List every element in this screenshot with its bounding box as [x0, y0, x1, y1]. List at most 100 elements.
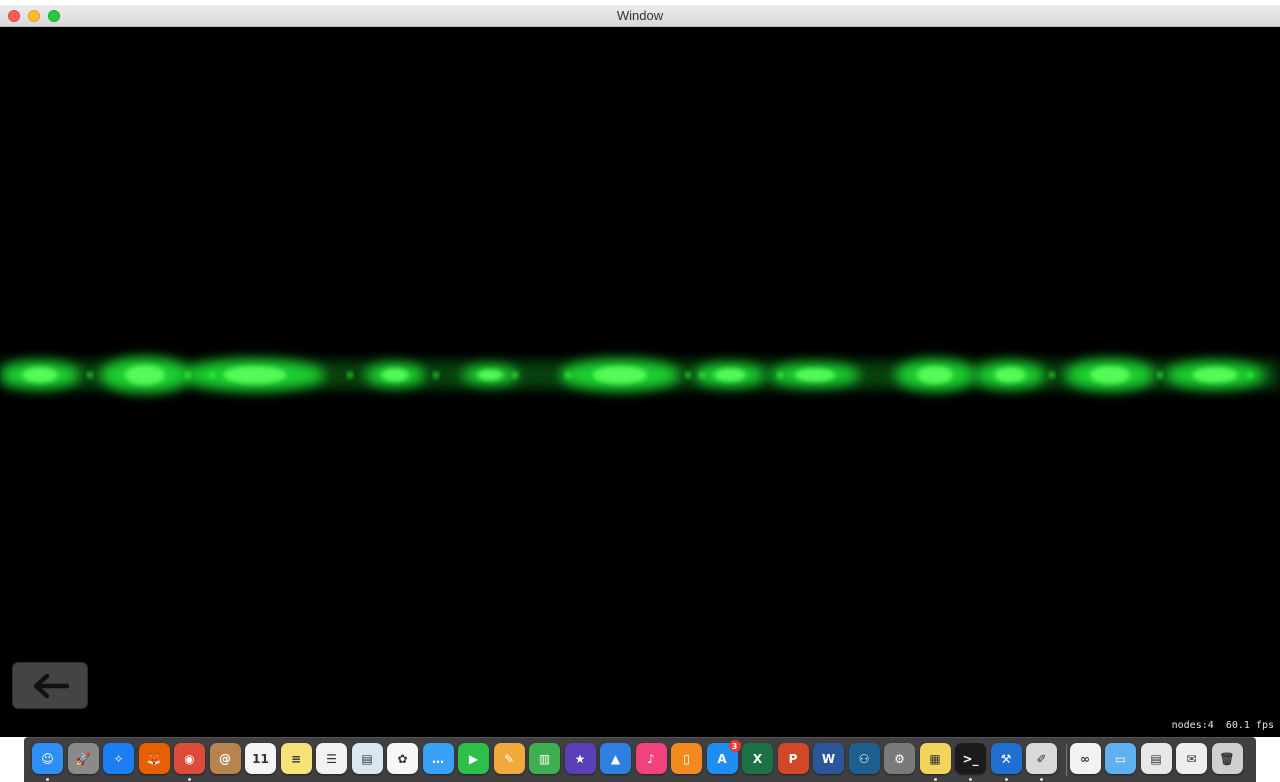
instruments-icon: ✐	[1036, 751, 1047, 766]
beam-particle	[685, 372, 691, 378]
dock-item-folder[interactable]: ▭	[1105, 743, 1136, 774]
running-indicator	[933, 778, 937, 781]
beam-particle	[185, 372, 191, 378]
chrome-icon: ◉	[184, 751, 195, 766]
ibooks-icon: ▯	[683, 751, 690, 766]
beam-core	[593, 366, 647, 384]
back-button[interactable]	[12, 662, 88, 709]
beam-core	[1192, 367, 1238, 383]
dock-item-network-app[interactable]: ∞	[1069, 743, 1101, 774]
dock-item-facetime[interactable]: ▶	[458, 743, 489, 774]
dock-item-itunes[interactable]: ♪	[635, 743, 667, 774]
dock-item-app-store[interactable]: A3	[706, 740, 741, 774]
dock-item-trash[interactable]: 🗑	[1211, 743, 1243, 774]
dock-item-numbers[interactable]: ▥	[529, 743, 560, 774]
contacts-icon: @	[219, 751, 231, 766]
beam-particle	[347, 372, 353, 378]
fps-readout: 60.1 fps	[1225, 720, 1274, 731]
beam-core	[124, 365, 166, 385]
dock-item-word[interactable]: W	[813, 743, 844, 774]
dock-item-finder[interactable]: ☺	[32, 743, 63, 774]
beam-particle	[699, 372, 705, 378]
performance-stats: nodes:4 60.1 fps	[1172, 720, 1274, 731]
dock-item-safari[interactable]: ✧	[103, 743, 134, 774]
documents-icon: ▤	[1150, 751, 1162, 766]
beam-particle	[433, 372, 439, 378]
dock-item-photos[interactable]: ✿	[387, 743, 418, 774]
firefox-icon: 🦊	[146, 751, 162, 766]
dock-item-instruments[interactable]: ✐	[1026, 743, 1057, 774]
node-count: nodes:4	[1171, 720, 1214, 731]
beam-particle	[565, 372, 571, 378]
beam-core	[1089, 366, 1131, 384]
beam-particle	[1247, 372, 1253, 378]
dock-separator	[1066, 744, 1067, 776]
finder-icon: ☺	[41, 751, 54, 766]
dock-item-system-preferences[interactable]: ⚙	[884, 743, 915, 774]
dock-item-contacts[interactable]: @	[209, 743, 241, 774]
dock-item-chrome[interactable]: ◉	[174, 743, 205, 774]
messages-icon: …	[432, 751, 444, 766]
keynote-icon: ▲	[610, 751, 621, 766]
dock-item-xcode[interactable]: ⚒	[990, 743, 1022, 774]
window-title: Window	[616, 8, 664, 23]
dock-item-chrome-apps[interactable]: ✉	[1176, 743, 1207, 774]
chrome-apps-icon: ✉	[1186, 751, 1197, 766]
system-preferences-icon: ⚙	[894, 751, 905, 766]
facetime-icon: ▶	[468, 751, 479, 766]
dock-item-keynote[interactable]: ▲	[600, 743, 631, 774]
running-indicator	[1004, 778, 1008, 781]
imovie-icon: ★	[574, 751, 586, 766]
dock: ☺ 🚀 ✧ 🦊 ◉ @11 ≡ ☰ ▤ ✿ … ▶ ✎ ▥ ★ ▲ ♪ ▯ A 3 X P W ⚇ ⚙ ▦ >_ ⚒ ✐ ∞ ▭ ▤ ✉ 🗑	[24, 737, 1256, 782]
people-app-icon: ⚇	[858, 751, 870, 766]
beam-core	[714, 368, 746, 382]
beam-core	[223, 366, 287, 384]
dock-item-calendar[interactable]: 11	[245, 743, 276, 774]
beam-core	[994, 367, 1026, 383]
safari-icon: ✧	[113, 751, 124, 766]
dock-item-imovie[interactable]: ★	[564, 743, 596, 774]
dock-item-ibooks[interactable]: ▯	[671, 743, 702, 774]
beam-particle	[512, 372, 518, 378]
dock-item-pages[interactable]: ✎	[493, 743, 525, 774]
preview-icon: ▤	[361, 751, 373, 766]
beam-particle	[87, 372, 93, 378]
window-titlebar: Window	[0, 5, 1280, 27]
dock-item-messages[interactable]: …	[422, 743, 454, 774]
dock-item-stickies[interactable]: ▦	[919, 743, 951, 774]
beam-particle	[209, 372, 215, 378]
app-store-icon: A	[717, 751, 727, 766]
beam-particle	[1157, 372, 1163, 378]
running-indicator	[188, 778, 191, 781]
dock-item-terminal[interactable]: >_	[955, 743, 986, 774]
stickies-icon: ▦	[929, 751, 941, 766]
photos-icon: ✿	[397, 751, 408, 766]
green-light-beam	[0, 357, 1280, 393]
dock-item-documents[interactable]: ▤	[1140, 743, 1172, 774]
running-indicator	[969, 778, 972, 781]
dock-item-excel[interactable]: X	[742, 743, 773, 774]
trash-icon: 🗑	[1219, 751, 1235, 766]
powerpoint-icon: P	[788, 751, 798, 766]
itunes-icon: ♪	[647, 751, 655, 766]
beam-core	[381, 368, 409, 382]
dock-item-reminders[interactable]: ☰	[316, 743, 347, 774]
folder-icon: ▭	[1114, 751, 1127, 766]
numbers-icon: ▥	[538, 751, 551, 766]
render-canvas[interactable]: nodes:4 60.1 fps	[0, 27, 1280, 737]
launchpad-icon: 🚀	[75, 751, 91, 766]
dock-item-launchpad[interactable]: 🚀	[67, 743, 99, 774]
pages-icon: ✎	[503, 751, 515, 766]
dock-item-powerpoint[interactable]: P	[777, 743, 809, 774]
beam-core	[22, 367, 58, 383]
calendar-icon: 11	[252, 751, 269, 766]
beam-particle	[777, 372, 783, 378]
dock-item-preview[interactable]: ▤	[351, 743, 383, 774]
dock-item-notes[interactable]: ≡	[280, 743, 312, 774]
running-indicator	[46, 778, 49, 781]
dock-item-firefox[interactable]: 🦊	[138, 743, 170, 774]
running-indicator	[1040, 778, 1043, 781]
dock-item-people-app[interactable]: ⚇	[848, 743, 880, 774]
beam-particle	[1049, 372, 1055, 378]
notification-badge: 3	[728, 740, 741, 752]
